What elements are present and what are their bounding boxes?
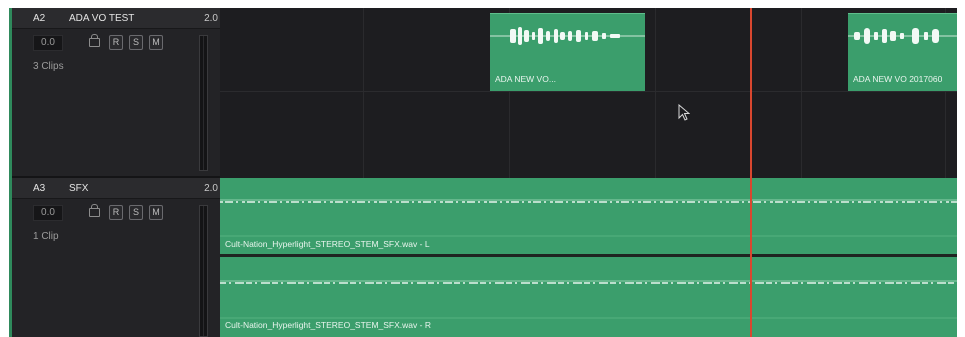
audio-meter (199, 35, 208, 171)
clip-label: ADA NEW VO... (495, 74, 556, 84)
waveform (220, 199, 957, 319)
track-volume[interactable]: 0.0 (33, 35, 63, 51)
clip-label: Cult-Nation_Hyperlight_STEREO_STEM_SFX.w… (225, 239, 430, 249)
track-title-bar: A2 ADA VO TEST 2.0 (12, 8, 220, 29)
track-channel-format: 2.0 (204, 183, 218, 194)
track-name[interactable]: ADA VO TEST (69, 13, 134, 24)
mute-button[interactable]: M (149, 205, 163, 220)
audio-clip[interactable]: ADA NEW VO 2017060 (848, 13, 957, 91)
solo-button[interactable]: S (129, 205, 143, 220)
clip-count: 3 Clips (33, 61, 64, 72)
track-name[interactable]: SFX (69, 183, 88, 194)
mute-button[interactable]: M (149, 35, 163, 50)
mouse-pointer-icon (678, 104, 690, 121)
track-lane-a3[interactable]: Cult-Nation_Hyperlight_STEREO_STEM_SFX.w… (220, 178, 957, 337)
lane-divider (220, 91, 957, 92)
clip-label: Cult-Nation_Hyperlight_STEREO_STEM_SFX.w… (225, 320, 431, 330)
track-id: A2 (33, 13, 46, 24)
waveform (490, 27, 645, 45)
playhead[interactable] (750, 8, 752, 337)
waveform (848, 28, 957, 44)
grid-line (801, 8, 802, 178)
track-volume[interactable]: 0.0 (33, 205, 63, 221)
track-id: A3 (33, 183, 46, 194)
track-header-column: A2 ADA VO TEST 2.0 0.0 R S M 3 Clips A3 … (9, 8, 220, 337)
grid-line (655, 8, 656, 178)
track-title-bar: A3 SFX 2.0 (12, 178, 220, 199)
track-header-a3[interactable]: A3 SFX 2.0 0.0 R S M 1 Clip (12, 178, 220, 337)
track-channel-format: 2.0 (204, 13, 218, 24)
timeline-area[interactable]: ADA NEW VO... ADA NEW VO 2017060 Cult-Na… (220, 8, 957, 337)
lock-icon[interactable] (89, 34, 100, 47)
grid-line (363, 8, 364, 178)
audio-clip[interactable]: Cult-Nation_Hyperlight_STEREO_STEM_SFX.w… (220, 178, 957, 337)
audio-clip[interactable]: ADA NEW VO... (490, 13, 645, 91)
record-button[interactable]: R (109, 205, 123, 220)
track-header-a2[interactable]: A2 ADA VO TEST 2.0 0.0 R S M 3 Clips (12, 8, 220, 178)
lock-icon[interactable] (89, 204, 100, 217)
clip-count: 1 Clip (33, 231, 59, 242)
solo-button[interactable]: S (129, 35, 143, 50)
track-lane-a2[interactable]: ADA NEW VO... ADA NEW VO 2017060 (220, 8, 957, 178)
record-button[interactable]: R (109, 35, 123, 50)
clip-label: ADA NEW VO 2017060 (853, 74, 943, 84)
timeline-window: A2 ADA VO TEST 2.0 0.0 R S M 3 Clips A3 … (9, 8, 957, 337)
audio-meter (199, 205, 208, 337)
